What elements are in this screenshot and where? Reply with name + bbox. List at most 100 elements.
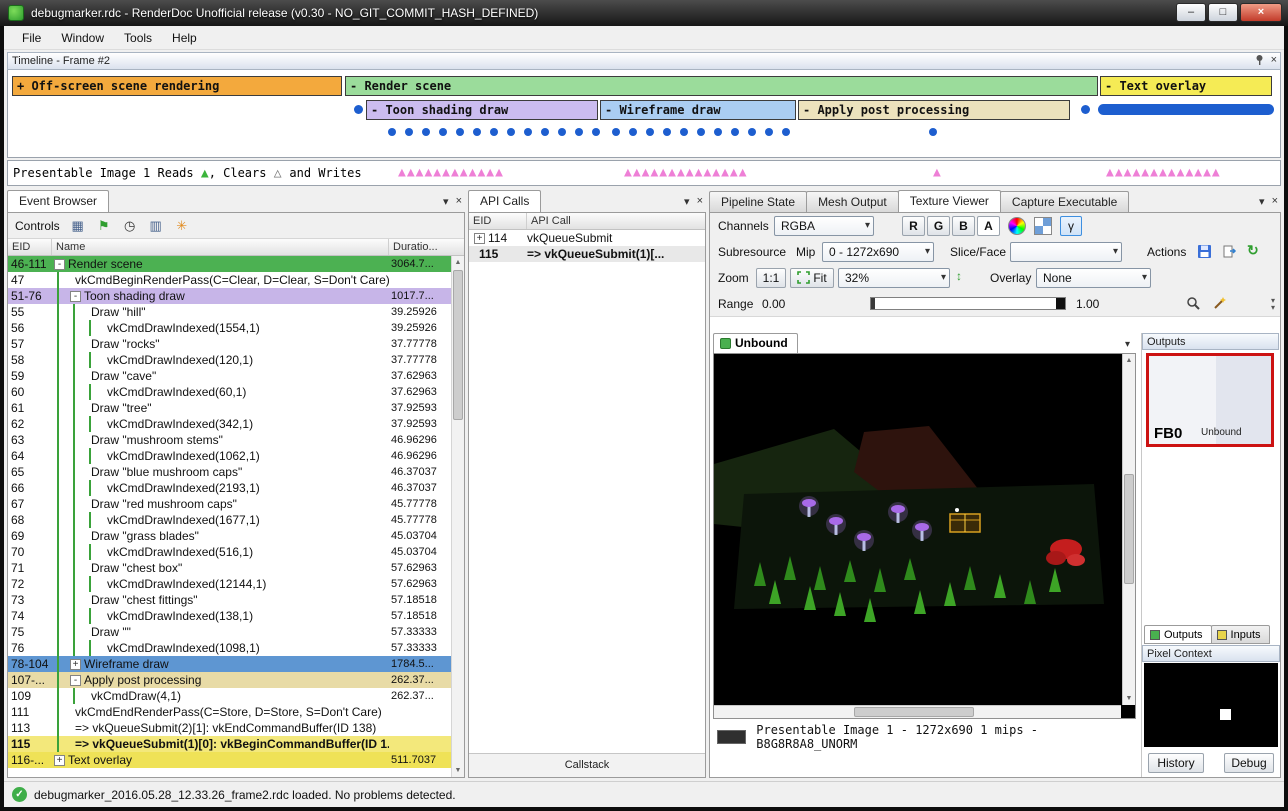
channel-r-button[interactable]: R [902, 216, 925, 236]
timeline-marker-bar[interactable]: + Off-screen scene rendering [12, 76, 342, 96]
texture-list-chevron-icon[interactable]: ▾ [1125, 339, 1130, 350]
event-row[interactable]: 65Draw "blue mushroom caps"46.37037 [8, 464, 451, 480]
draw-event-dot[interactable] [422, 128, 430, 136]
scroll-up-icon[interactable]: ▲ [452, 256, 464, 269]
draw-event-dot[interactable] [592, 128, 600, 136]
column-name[interactable]: Name [52, 239, 389, 255]
draw-event-dot[interactable] [748, 128, 756, 136]
menu-help[interactable]: Help [162, 27, 207, 49]
draw-events-pill[interactable] [1098, 104, 1274, 115]
write-marker-group[interactable]: ▲▲▲▲▲▲▲▲▲▲▲▲ [398, 161, 504, 185]
column-api-call[interactable]: API Call [527, 213, 705, 229]
event-row[interactable]: 113=> vkQueueSubmit(2)[1]: vkEndCommandB… [8, 720, 451, 736]
row-expander[interactable]: - [70, 675, 81, 686]
event-row[interactable]: 60vkCmdDrawIndexed(60,1)37.62963 [8, 384, 451, 400]
tab-texture-viewer[interactable]: Texture Viewer [898, 190, 1001, 212]
history-button[interactable]: History [1148, 753, 1204, 773]
event-row[interactable]: 69Draw "grass blades"45.03704 [8, 528, 451, 544]
tab-outputs[interactable]: Outputs [1144, 625, 1212, 644]
scrollbar-thumb[interactable] [453, 270, 463, 420]
tab-capture-executable[interactable]: Capture Executable [1000, 191, 1129, 212]
close-button[interactable]: × [1240, 3, 1282, 22]
range-handle-min[interactable] [871, 298, 875, 309]
timeline-header[interactable]: Timeline - Frame #2 × [7, 52, 1281, 70]
timeline-marker-bar[interactable]: - Text overlay [1100, 76, 1272, 96]
toolbar-overflow-icon[interactable]: ▾▾ [1271, 297, 1275, 311]
channel-g-button[interactable]: G [927, 216, 950, 236]
draw-event-dot[interactable] [439, 128, 447, 136]
overlay-select[interactable]: None [1036, 268, 1151, 288]
refresh-icon[interactable]: ↻ [1247, 242, 1259, 259]
draw-event-dot[interactable] [782, 128, 790, 136]
draw-event-dot[interactable] [490, 128, 498, 136]
timeline-canvas[interactable]: + Off-screen scene rendering- Render sce… [7, 70, 1281, 158]
draw-event-dot[interactable] [697, 128, 705, 136]
event-row[interactable]: 78-104+Wireframe draw1784.5... [8, 656, 451, 672]
mip-select[interactable]: 0 - 1272x690 [822, 242, 934, 262]
callstack-section[interactable]: Callstack [469, 753, 705, 777]
statistics-icon[interactable]: ▥ [147, 217, 165, 235]
write-marker-group[interactable]: ▲▲▲▲▲▲▲▲▲▲▲▲▲▲ [624, 161, 748, 185]
event-row[interactable]: 73Draw "chest fittings"57.18518 [8, 592, 451, 608]
export-icon[interactable] [1222, 244, 1237, 262]
event-browser-header[interactable]: EID Name Duratio... [8, 239, 464, 256]
event-row[interactable]: 67Draw "red mushroom caps"45.77778 [8, 496, 451, 512]
texture-vertical-scrollbar[interactable]: ▲ ▼ [1122, 354, 1135, 705]
save-icon[interactable] [1197, 244, 1212, 262]
event-row[interactable]: 116-...+Text overlay511.7037 [8, 752, 451, 768]
timeline-close-icon[interactable]: × [1271, 54, 1277, 66]
write-marker-group[interactable]: ▲ [933, 161, 942, 185]
draw-event-dot[interactable] [663, 128, 671, 136]
row-expander[interactable]: + [54, 755, 65, 766]
dock-close-icon[interactable]: × [1272, 195, 1278, 208]
pixel-context-view[interactable] [1144, 663, 1278, 747]
channel-a-button[interactable]: A [977, 216, 1000, 236]
draw-event-dot[interactable] [541, 128, 549, 136]
event-row[interactable]: 47vkCmdBeginRenderPass(C=Clear, D=Clear,… [8, 272, 451, 288]
row-expander[interactable]: - [70, 291, 81, 302]
timeline-marker-bar[interactable]: - Apply post processing [798, 100, 1070, 120]
draw-event-dot[interactable] [765, 128, 773, 136]
menu-file[interactable]: File [12, 27, 51, 49]
time-durations-icon[interactable]: ◷ [121, 217, 139, 235]
draw-event-dot[interactable] [612, 128, 620, 136]
gamma-button[interactable]: γ [1060, 216, 1082, 236]
draw-event-dot[interactable] [929, 128, 937, 136]
goto-event-icon[interactable]: ⚑ [95, 217, 113, 235]
tab-mesh-output[interactable]: Mesh Output [806, 191, 899, 212]
debug-button[interactable]: Debug [1224, 753, 1274, 773]
event-row[interactable]: 63Draw "mushroom stems"46.96296 [8, 432, 451, 448]
menu-window[interactable]: Window [51, 27, 114, 49]
dock-menu-icon[interactable]: ▾ [443, 195, 449, 208]
tab-unbound-texture[interactable]: Unbound [713, 333, 798, 353]
event-row[interactable]: 72vkCmdDrawIndexed(12144,1)57.62963 [8, 576, 451, 592]
slice-face-select[interactable] [1010, 242, 1122, 262]
filter-icon[interactable]: ✳ [173, 217, 191, 235]
event-row[interactable]: 64vkCmdDrawIndexed(1062,1)46.96296 [8, 448, 451, 464]
timeline-marker-bar[interactable]: - Toon shading draw [366, 100, 598, 120]
column-eid[interactable]: EID [469, 213, 527, 229]
event-row[interactable]: 62vkCmdDrawIndexed(342,1)37.92593 [8, 416, 451, 432]
title-bar[interactable]: debugmarker.rdc - RenderDoc Unofficial r… [0, 0, 1288, 26]
scroll-down-icon[interactable]: ▼ [1123, 692, 1135, 705]
row-expander[interactable]: + [70, 659, 81, 670]
timeline-marker-bar[interactable]: - Wireframe draw [600, 100, 796, 120]
dock-menu-icon[interactable]: ▾ [1259, 195, 1265, 208]
event-row[interactable]: 74vkCmdDrawIndexed(138,1)57.18518 [8, 608, 451, 624]
event-row[interactable]: 76vkCmdDrawIndexed(1098,1)57.33333 [8, 640, 451, 656]
event-row[interactable]: 46-111-Render scene3064.7... [8, 256, 451, 272]
draw-event-dot[interactable] [680, 128, 688, 136]
draw-event-dot[interactable] [575, 128, 583, 136]
tab-event-browser[interactable]: Event Browser [7, 190, 109, 212]
zoom-select[interactable]: 32% [838, 268, 950, 288]
channels-select[interactable]: RGBA [774, 216, 874, 236]
event-browser-scrollbar[interactable]: ▲ ▼ [451, 256, 464, 777]
draw-event-dot[interactable] [629, 128, 637, 136]
draw-event-dot[interactable] [388, 128, 396, 136]
draw-event-dot[interactable] [354, 105, 363, 114]
color-wheel-icon[interactable] [1008, 217, 1026, 235]
api-call-row[interactable]: 115=> vkQueueSubmit(1)[... [469, 246, 705, 262]
draw-event-dot[interactable] [524, 128, 532, 136]
draw-event-dot[interactable] [646, 128, 654, 136]
draw-event-dot[interactable] [714, 128, 722, 136]
